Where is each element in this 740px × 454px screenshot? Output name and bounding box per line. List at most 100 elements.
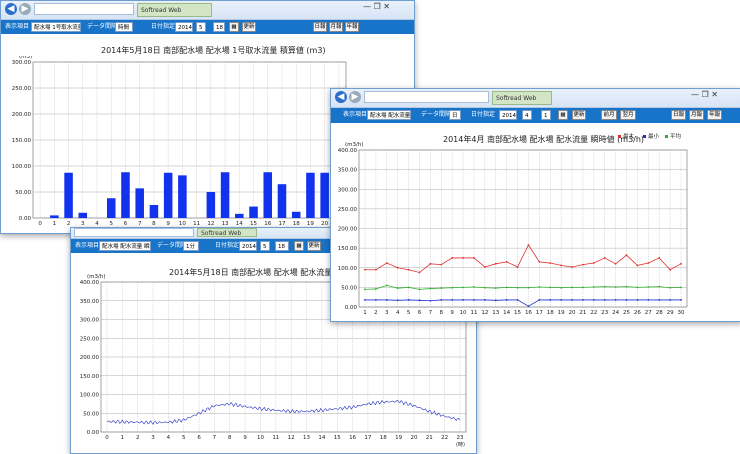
x-tick-label: 29 [667,310,674,316]
browser-chrome: ◀ ▶ Softread Web — ❐ ✕ [1,1,414,20]
x-tick-label: 10 [460,310,467,316]
x-tick-label: 14 [318,435,325,441]
data-point [560,299,563,301]
y-tick-label: 150.00 [80,374,100,380]
x-tick-label: 22 [590,310,597,316]
data-point [571,266,573,268]
window-controls[interactable]: — ❐ ✕ [363,2,390,11]
toolbar: 表示項目 配水場 配水流量 瞬時値 データ間隔 日 日付指定 2014 4 1 … [331,108,740,123]
yearly-report-button[interactable]: 年報 [707,110,722,120]
browser-tab[interactable]: Softread Web [137,3,212,17]
x-tick-label: 16 [349,435,356,441]
data-point [473,286,475,288]
data-interval-select[interactable]: 日 [449,110,461,120]
data-point [462,257,464,259]
x-tick-label: 24 [612,310,619,316]
browser-tab[interactable]: Softread Web [197,228,257,237]
data-point [396,299,399,302]
update-button[interactable]: 更新 [242,22,256,32]
data-point [462,299,464,301]
data-point [374,299,377,301]
day-select[interactable]: 18 [275,241,289,251]
y-tick-label: 150.00 [338,246,358,252]
month-select[interactable]: 5 [260,241,270,251]
forward-button[interactable]: ▶ [19,3,31,15]
forward-button[interactable]: ▶ [349,91,361,103]
y-tick-label: 300.00 [338,187,358,193]
calendar-icon[interactable]: ▦ [229,22,239,32]
data-point [592,286,595,288]
data-point [603,299,606,301]
next-month-button[interactable]: 翌月 [620,110,636,120]
y-tick-label: 350.00 [80,299,100,305]
day-select[interactable]: 18 [213,22,225,32]
data-point [571,286,573,289]
display-item-select[interactable]: 配水場 配水流量 瞬時値 [99,241,151,251]
x-tick-label: 20 [569,310,576,316]
data-point [647,262,650,264]
month-select[interactable]: 4 [522,110,532,120]
data-point [418,271,421,274]
x-tick-label: 12 [481,310,488,316]
y-tick-label: 350.00 [338,168,358,174]
year-select[interactable]: 2014 [499,110,517,120]
x-tick-label: 22 [441,435,448,441]
yearly-report-button[interactable]: 年報 [345,22,359,32]
display-item-select[interactable]: 配水場 1号取水流量 1 [31,22,81,32]
data-point [385,299,388,301]
back-button[interactable]: ◀ [335,91,347,103]
bar [106,198,116,218]
update-button[interactable]: 更新 [572,110,586,120]
x-tick-label: 30 [678,310,685,316]
address-bar[interactable] [34,3,134,15]
data-point [658,299,661,301]
y-axis-label: (m3/h) [345,142,364,148]
y-tick-label: 200.00 [338,227,358,233]
y-tick-label: 200.00 [80,355,100,361]
date-label: 日付指定 [471,111,496,118]
data-point [374,268,377,271]
month-select[interactable]: 5 [196,22,206,32]
data-point [538,286,541,288]
data-point [527,244,530,246]
address-bar[interactable] [364,91,489,103]
data-point [407,299,410,301]
bar [249,206,258,218]
data-point [614,286,617,288]
x-tick-label: 6 [197,435,201,441]
monthly-report-button[interactable]: 月報 [329,22,343,32]
window-controls[interactable]: — ❐ ✕ [691,90,718,99]
update-button[interactable]: 更新 [307,241,321,251]
bar [235,213,244,218]
legend-swatch [618,135,621,138]
data-interval-select[interactable]: 時間 [115,22,133,32]
y-tick-label: 100.00 [12,164,32,170]
x-tick-label: 19 [395,435,402,441]
data-point [483,299,486,301]
address-bar[interactable] [74,228,194,237]
x-tick-label: 1 [121,435,125,441]
prev-month-button[interactable]: 前月 [601,110,617,120]
year-select[interactable]: 2014 [239,241,257,251]
chart-title: 2014年5月18日 南部配水場 配水場 1号取水流量 積算値 (m3) [101,46,326,55]
x-tick-label: 16 [525,310,532,316]
back-button[interactable]: ◀ [5,3,17,15]
day-select[interactable]: 1 [541,110,551,120]
calendar-icon[interactable]: ▦ [294,241,304,251]
data-interval-select[interactable]: 1分 [183,241,199,251]
data-point [516,266,519,268]
data-point [625,299,628,301]
display-item-select[interactable]: 配水場 配水流量 瞬時値 [367,110,411,120]
x-tick-label: 25 [623,310,630,316]
monthly-report-button[interactable]: 月報 [689,110,704,120]
calendar-icon[interactable]: ▦ [558,110,568,120]
y-tick-label: 0.00 [87,430,100,436]
data-point [658,257,661,259]
year-select[interactable]: 2014 [175,22,193,32]
daily-report-button[interactable]: 日報 [313,22,327,32]
daily-report-button[interactable]: 日報 [671,110,686,120]
data-point [494,262,497,265]
y-tick-label: 200.00 [12,112,32,118]
browser-tab[interactable]: Softread Web [492,91,552,105]
date-label: 日付指定 [215,242,240,249]
